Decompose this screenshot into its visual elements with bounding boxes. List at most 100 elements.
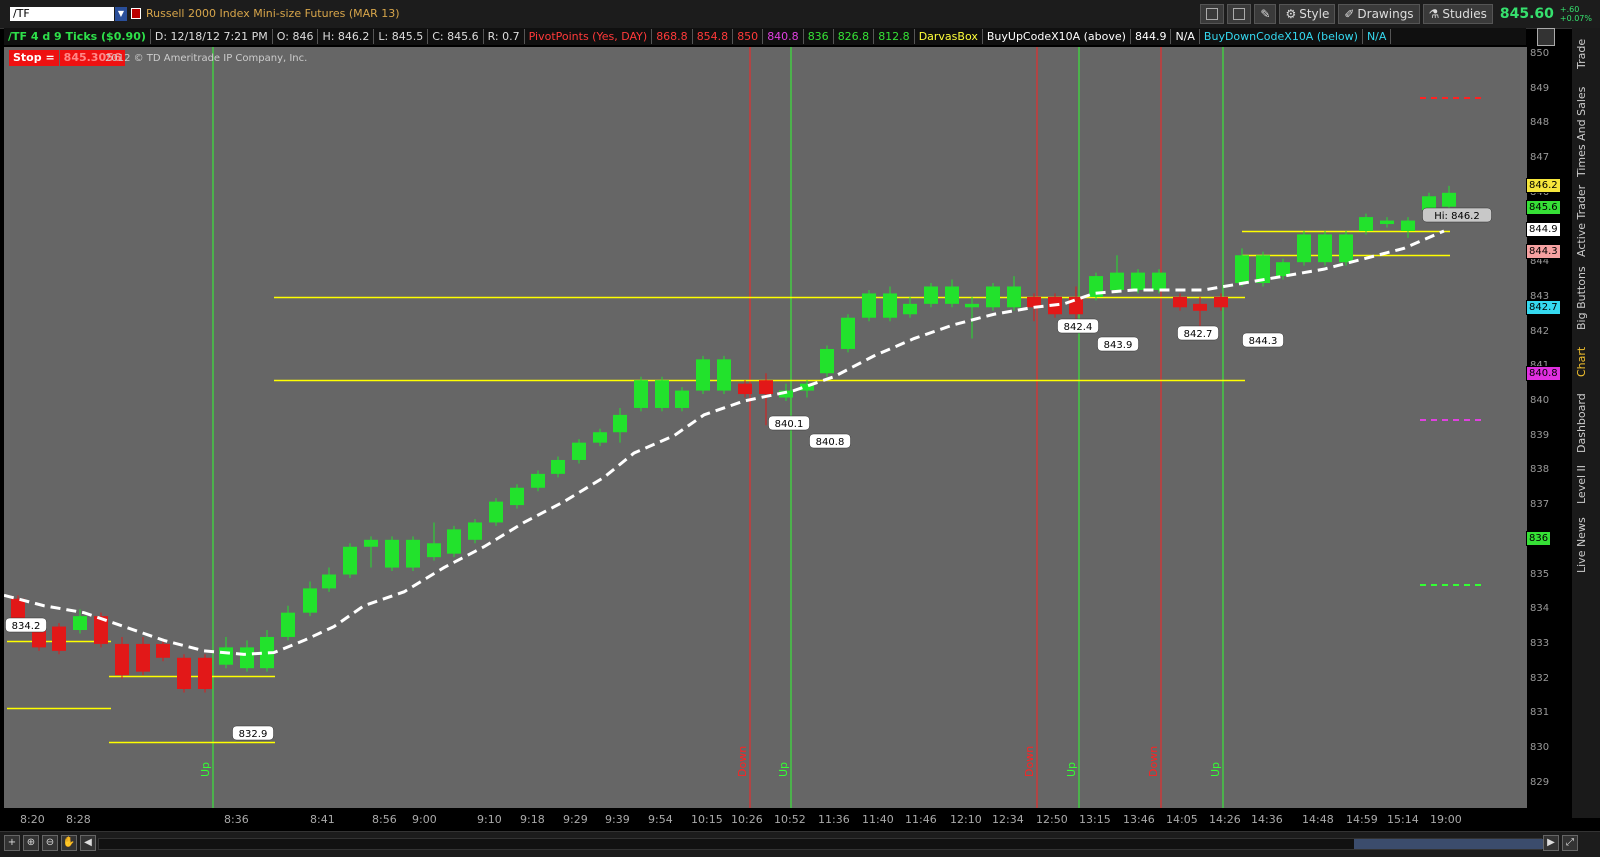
- net-change: +.60: [1559, 5, 1580, 14]
- scrollbar-thumb[interactable]: [1354, 839, 1544, 849]
- up-candle: [986, 286, 1000, 308]
- time-tick: 10:15: [691, 813, 723, 826]
- price-tick: 837: [1530, 499, 1550, 511]
- crosshair-icon: [1206, 8, 1219, 20]
- studies-button[interactable]: ⚗ Studies: [1422, 4, 1493, 24]
- expand-icon[interactable]: ⤢: [1562, 835, 1578, 851]
- zoom-in-icon[interactable]: ⊕: [23, 835, 39, 851]
- pivot-study-label[interactable]: PivotPoints (Yes, DAY): [525, 29, 653, 44]
- up-candle: [1152, 272, 1166, 290]
- chart-settings-icon[interactable]: [1537, 28, 1555, 46]
- price-callout-label: Hi: 846.2: [1434, 211, 1479, 222]
- side-tab-level-ii[interactable]: Level II: [1575, 460, 1597, 508]
- price-tick: 842: [1530, 325, 1550, 337]
- time-tick: 9:00: [412, 813, 437, 826]
- price-callout-label: 834.2: [12, 621, 41, 632]
- series-label[interactable]: /TF 4 d 9 Ticks ($0.90): [4, 29, 151, 44]
- time-tick: 13:46: [1123, 813, 1155, 826]
- close-readout: C: 845.6: [428, 29, 484, 44]
- price-tick: 835: [1530, 568, 1550, 580]
- down-candle: [1173, 296, 1187, 308]
- wrench-button[interactable]: [1227, 4, 1252, 24]
- up-candle: [1359, 217, 1373, 231]
- draw-mode-button[interactable]: ✎: [1254, 4, 1277, 24]
- time-tick: 8:28: [66, 813, 91, 826]
- time-tick: 8:41: [310, 813, 335, 826]
- toolbar-right: ✎ ⚙ Style ✐ Drawings ⚗ Studies 845.60 +.60 …: [1200, 4, 1592, 24]
- up-candle: [427, 543, 441, 558]
- candlestick-chart: Up Down Up Down Up Down Up 834.2 832.9 840.1 840.8…: [4, 47, 1492, 808]
- darvas-study-label[interactable]: DarvasBox: [915, 29, 983, 44]
- pivot-p: 840.8: [763, 29, 804, 44]
- price-badge: 846.2: [1526, 178, 1561, 193]
- down-candle: [136, 643, 150, 672]
- pivot-s3: 812.8: [874, 29, 915, 44]
- up-candle: [820, 348, 834, 374]
- time-tick: 14:26: [1209, 813, 1241, 826]
- pencil-icon: ✎: [1260, 7, 1271, 21]
- drawings-label: Drawings: [1357, 7, 1414, 21]
- up-candle: [364, 539, 378, 547]
- style-button[interactable]: ⚙ Style: [1279, 4, 1336, 24]
- link-color-icon[interactable]: [131, 8, 141, 19]
- down-candle: [115, 643, 129, 676]
- range-readout: R: 0.7: [484, 29, 525, 44]
- price-tick: 831: [1530, 707, 1550, 719]
- buyup-na: N/A: [1171, 29, 1200, 44]
- side-tab-active-trader[interactable]: Active Trader: [1575, 183, 1597, 258]
- pivot-s2: 826.8: [834, 29, 875, 44]
- copyright-notice: 2012 © TD Ameritrade IP Company, Inc.: [105, 53, 308, 64]
- up-candle: [73, 616, 87, 631]
- price-badge: 844.3: [1526, 244, 1561, 259]
- pivot-r3: 868.8: [652, 29, 693, 44]
- date-readout: D: 12/18/12 7:21 PM: [151, 29, 273, 44]
- side-tab-dashboard[interactable]: Dashboard: [1575, 393, 1597, 453]
- buyup-study-label[interactable]: BuyUpCodeX10A (above): [983, 29, 1131, 44]
- price-tick: 833: [1530, 637, 1550, 649]
- side-tab-trade[interactable]: Trade: [1575, 32, 1597, 76]
- side-tab-chart[interactable]: Chart: [1575, 338, 1597, 386]
- up-candle: [322, 574, 336, 589]
- signal-label-down: Down: [1147, 746, 1160, 777]
- up-candle: [717, 359, 731, 391]
- scroll-left-icon[interactable]: ◀: [80, 835, 96, 851]
- side-tab-times-and-sales[interactable]: Times And Sales: [1575, 86, 1597, 178]
- up-candle: [489, 501, 503, 523]
- side-tab-live-news[interactable]: Live News: [1575, 515, 1597, 575]
- buydown-study-label[interactable]: BuyDownCodeX10A (below): [1200, 29, 1363, 44]
- up-candle: [1007, 286, 1021, 308]
- time-tick: 12:10: [950, 813, 982, 826]
- up-candle: [468, 522, 482, 540]
- open-readout: O: 846: [273, 29, 319, 44]
- zoom-out-icon[interactable]: ⊖: [42, 835, 58, 851]
- symbol-input[interactable]: /TF: [10, 7, 114, 21]
- price-chart[interactable]: Up Down Up Down Up Down Up 834.2 832.9 840.1 840.8…: [4, 47, 1527, 808]
- up-candle: [634, 380, 648, 408]
- signal-label-up: Up: [199, 762, 212, 777]
- up-candle: [406, 539, 420, 568]
- time-tick: 9:29: [563, 813, 588, 826]
- up-candle: [303, 588, 317, 613]
- time-tick: 11:40: [862, 813, 894, 826]
- price-axis[interactable]: 8508498488478468458448438428418408398388…: [1526, 47, 1570, 808]
- down-candle: [1193, 303, 1207, 311]
- down-candle: [738, 383, 752, 395]
- scroll-right-icon[interactable]: ▶: [1543, 835, 1559, 851]
- signal-label-up: Up: [1065, 762, 1078, 777]
- pan-hand-icon[interactable]: ✋: [61, 835, 77, 851]
- down-candle: [156, 643, 170, 658]
- symbol-dropdown-icon[interactable]: ▼: [115, 7, 127, 21]
- horizontal-scrollbar[interactable]: [98, 838, 1544, 850]
- crosshair-tool-button[interactable]: [1200, 4, 1225, 24]
- time-axis[interactable]: 8:20 8:28 8:36 8:41 8:56 9:00 9:10 9:18 9:29 9:39…: [4, 808, 1527, 830]
- down-candle: [177, 657, 191, 690]
- up-candle: [1318, 234, 1332, 263]
- up-candle: [965, 303, 979, 308]
- side-tab-big-buttons[interactable]: Big Buttons: [1575, 263, 1597, 333]
- crosshair-icon[interactable]: +: [4, 835, 20, 851]
- style-label: Style: [1299, 7, 1330, 21]
- time-tick: 10:26: [731, 813, 763, 826]
- drawings-button[interactable]: ✐ Drawings: [1338, 4, 1420, 24]
- gear-icon: ⚙: [1285, 7, 1297, 21]
- price-tick: 840: [1530, 395, 1550, 406]
